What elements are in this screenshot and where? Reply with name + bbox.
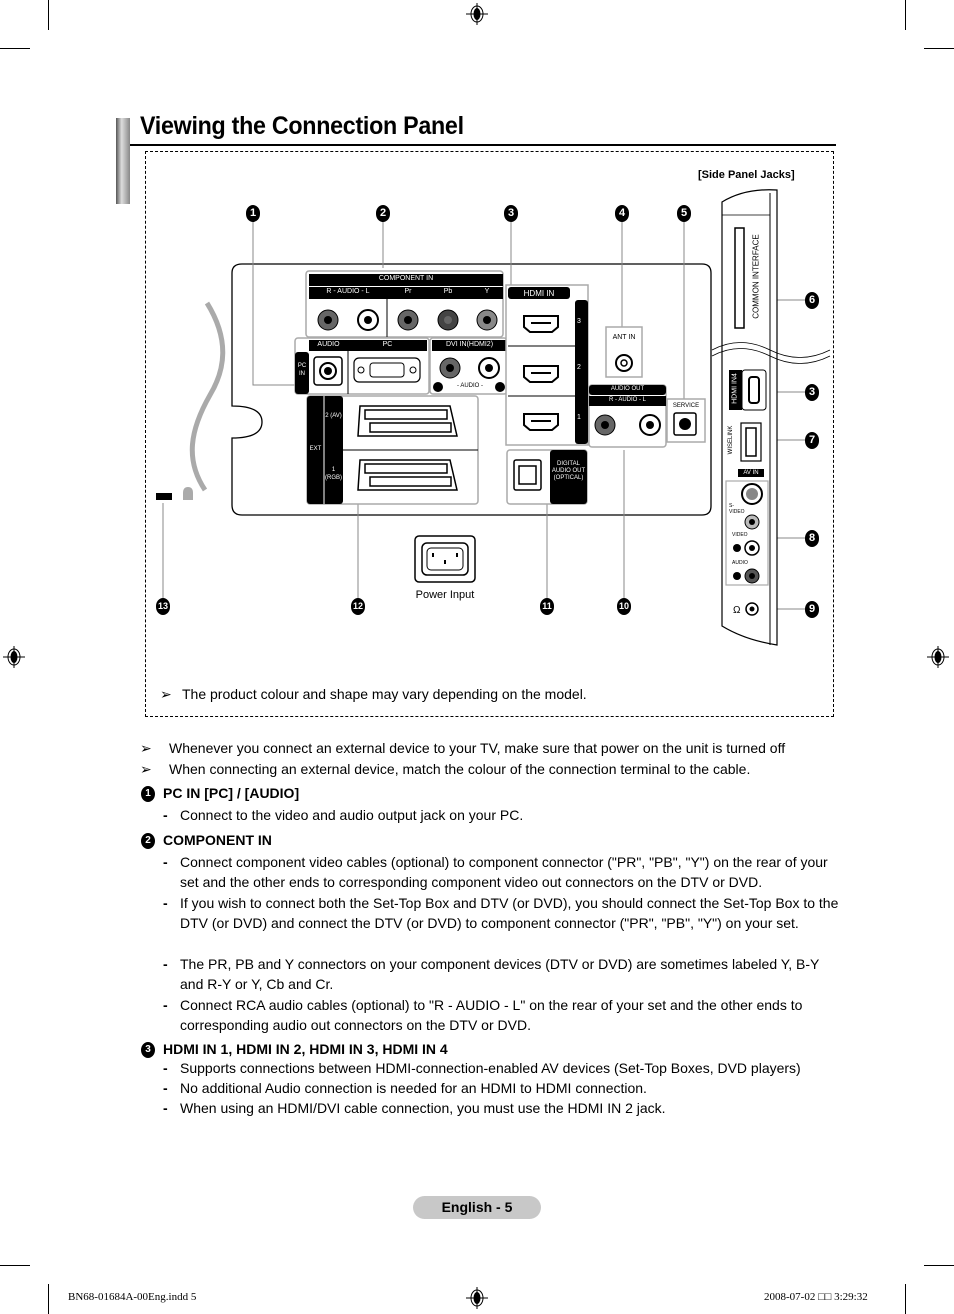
kensington-slot — [156, 493, 172, 500]
label-dvi-in: DVI IN(HDMI2) — [445, 341, 494, 348]
bullet-text: Connect component video cables (optional… — [180, 854, 828, 890]
label-ext-2: 2 (AV) — [325, 413, 342, 419]
label-audio: AUDIO — [317, 341, 340, 348]
label-hdmi-in4: HDMI IN4 — [731, 373, 739, 404]
label-av-in: AV IN — [743, 470, 759, 476]
lock-icon — [183, 487, 193, 500]
cable-curve — [189, 301, 226, 492]
note-arrow-icon: ➢ — [140, 761, 152, 777]
callout-6: 6 — [805, 292, 819, 309]
callout-8: 8 — [805, 530, 819, 547]
callout-9: 9 — [805, 601, 819, 618]
note-text: When connecting an external device, matc… — [169, 761, 751, 777]
common-interface-slot — [734, 227, 745, 329]
section-heading-text: PC IN [PC] / [AUDIO] — [163, 785, 300, 801]
label-audio-rl: R - AUDIO - L — [326, 288, 370, 295]
label-pc: PC — [382, 341, 393, 348]
label-dvi-audio: - AUDIO - — [456, 383, 483, 389]
figure-note-text: The product colour and shape may vary de… — [182, 686, 587, 702]
note-1: ➢ Whenever you connect an external device… — [140, 738, 785, 758]
figure-note: ➢ The product colour and shape may vary d… — [160, 686, 587, 703]
label-hdmi-in: HDMI IN — [523, 289, 555, 298]
label-y: Y — [484, 288, 490, 295]
callout-3: 3 — [504, 205, 518, 222]
callout-11: 11 — [540, 598, 554, 615]
registration-mark-icon — [466, 1287, 488, 1309]
callout-2: 2 — [376, 205, 390, 222]
note-arrow-icon: ➢ — [160, 686, 172, 702]
bullet-text: If you wish to connect both the Set-Top … — [180, 895, 839, 931]
headphone-icon: Ω — [733, 605, 741, 616]
label-ant-in: ANT IN — [612, 334, 636, 341]
bullet-text: Connect to the video and audio output ja… — [180, 807, 524, 823]
section-heading-text: HDMI IN 1, HDMI IN 2, HDMI IN 3, HDMI IN… — [163, 1041, 448, 1057]
label-pr: Pr — [404, 288, 412, 295]
section-number-badge: 3 — [141, 1042, 155, 1059]
callout-12: 12 — [351, 598, 365, 615]
callout-13: 13 — [156, 598, 170, 615]
print-slug-date: 2008-07-02 □□ 3:29:32 — [764, 1291, 868, 1303]
callout-3-side: 3 — [805, 384, 819, 401]
label-power-input: Power Input — [415, 589, 475, 601]
callout-5: 5 — [677, 205, 691, 222]
bullet-text: Connect RCA audio cables (optional) to "… — [180, 997, 803, 1033]
label-service: SERVICE — [672, 403, 700, 409]
callout-7: 7 — [805, 432, 819, 449]
section-number-badge: 1 — [141, 786, 155, 803]
label-digital-audio-out: DIGITAL AUDIO OUT (OPTICAL) — [551, 461, 586, 481]
label-ext-1: 1 (RGB) — [325, 467, 342, 481]
label-component-in: COMPONENT IN — [378, 275, 434, 282]
crop-mark — [0, 1265, 30, 1266]
label-hdmi-1: 1 — [577, 414, 581, 421]
label-audio-out: AUDIO OUT — [610, 386, 645, 392]
callout-10: 10 — [617, 598, 631, 615]
bullet-text: Supports connections between HDMI-connec… — [180, 1060, 801, 1076]
callout-4: 4 — [615, 205, 629, 222]
note-2: ➢ When connecting an external device, mat… — [140, 759, 750, 779]
label-common-interface: COMMON INTERFACE — [751, 234, 761, 319]
crop-mark — [48, 1284, 49, 1314]
label-video: VIDEO — [732, 532, 748, 538]
note-arrow-icon: ➢ — [140, 740, 152, 756]
leader-line-1 — [252, 222, 295, 386]
page-number-badge: English - 5 — [413, 1196, 541, 1219]
bullet-text: When using an HDMI/DVI cable connection,… — [180, 1100, 666, 1116]
section-heading-hdmi-in: 3 HDMI IN 1, HDMI IN 2, HDMI IN 3, HDMI I… — [141, 1041, 448, 1059]
label-audio-out-rl: R - AUDIO - L — [608, 397, 646, 403]
section-heading-component-in: 2 COMPONENT IN — [141, 832, 272, 850]
label-hdmi-3: 3 — [577, 318, 581, 325]
label-audio-side: AUDIO — [732, 560, 748, 566]
label-s-video: S-VIDEO — [729, 503, 745, 515]
note-text: Whenever you connect an external device … — [169, 740, 786, 756]
section-heading-pc-in: 1 PC IN [PC] / [AUDIO] — [141, 785, 300, 803]
section-number-badge: 2 — [141, 833, 155, 850]
label-hdmi-2: 2 — [577, 364, 581, 371]
callout-1: 1 — [246, 205, 260, 222]
label-pc-in: PC IN — [297, 363, 307, 377]
label-ext: EXT — [309, 446, 322, 452]
crop-mark — [905, 1284, 906, 1314]
crop-mark — [924, 1265, 954, 1266]
label-pb: Pb — [443, 288, 453, 295]
label-wiselink: WISELINK — [728, 425, 734, 455]
section-heading-text: COMPONENT IN — [163, 832, 272, 848]
bullet-text: No additional Audio connection is needed… — [180, 1080, 647, 1096]
print-slug-file: BN68-01684A-00Eng.indd 5 — [68, 1291, 197, 1303]
bullet-text: The PR, PB and Y connectors on your comp… — [180, 956, 820, 992]
